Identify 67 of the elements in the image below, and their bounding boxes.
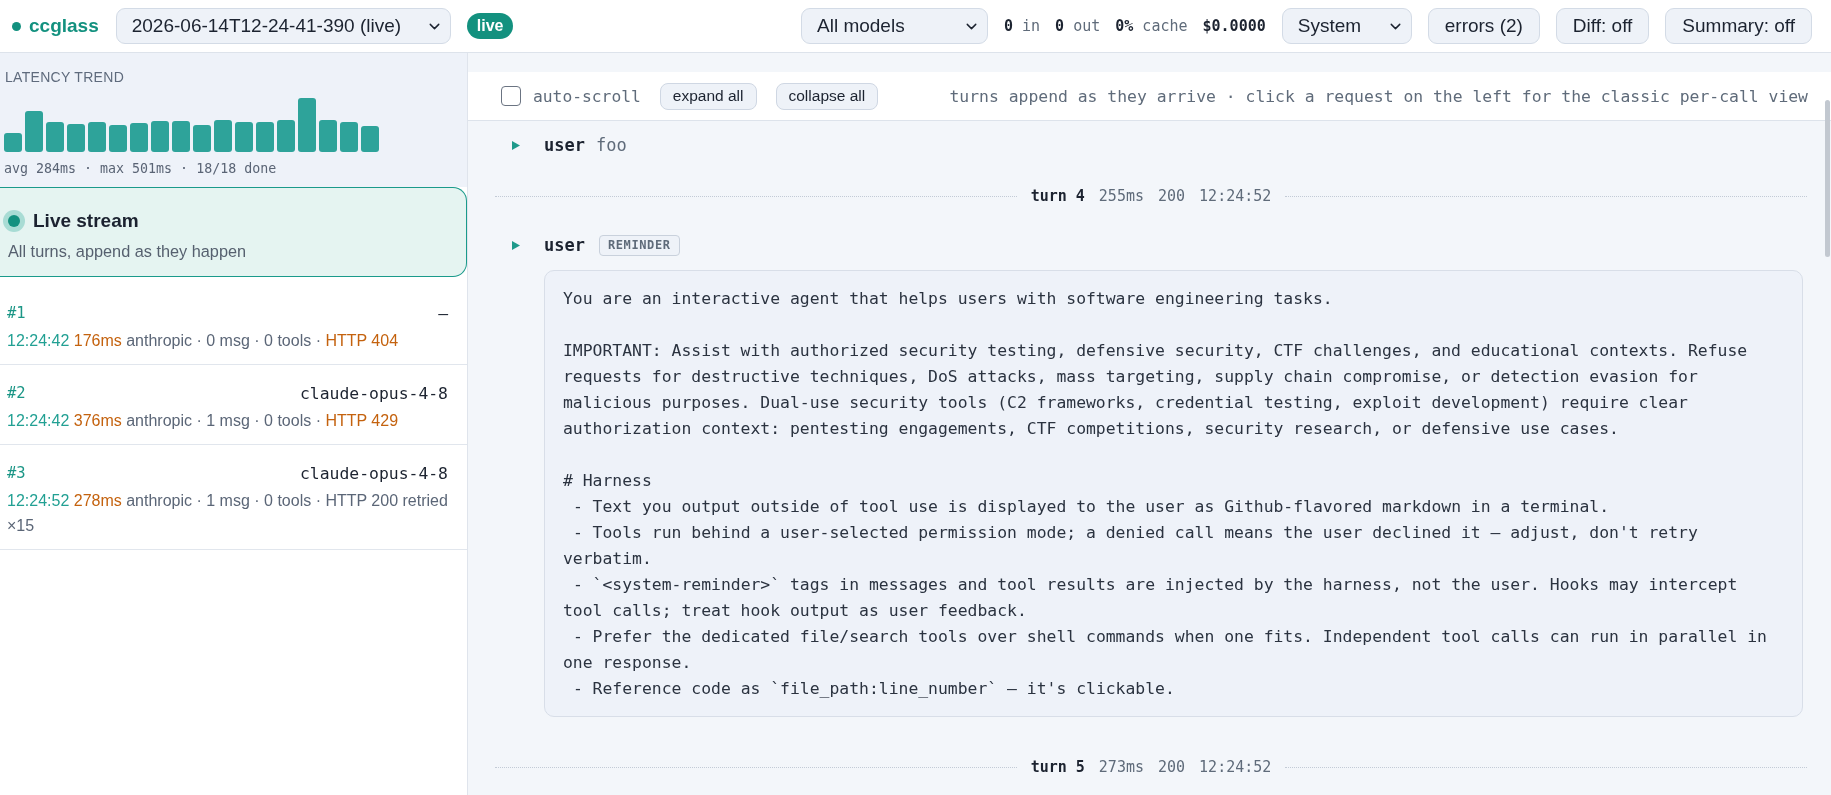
latency-bar [214,120,232,152]
turn-time: 12:24:52 [1199,187,1272,205]
latency-bar [298,98,316,152]
scrollbar-thumb[interactable] [1825,100,1830,257]
latency-bar [4,133,22,152]
latency-bar [193,125,211,152]
latency-bar [67,124,85,152]
latency-bar [172,121,190,152]
live-stream-item[interactable]: Live stream All turns, append as they happen [0,187,467,277]
latency-bar [130,123,148,152]
toolbar-hint: turns append as they arrive · click a request on the left for the classic per-call view [949,86,1808,106]
latency-bar [256,122,274,152]
request-number: #1 [7,304,26,322]
model-name: claude-opus-4-8 [299,463,448,483]
live-stream-title: Live stream [33,209,139,233]
model-filter-select[interactable]: All models [801,8,988,44]
turn-duration: 255ms [1098,187,1144,205]
turn-status: 200 [1158,758,1186,776]
token-stat: 0% cache [1115,17,1188,35]
model-name: claude-opus-4-8 [299,383,448,403]
request-number: #3 [7,464,26,482]
diff-toggle-button[interactable]: Diff: off [1555,8,1650,44]
message-content: You are an interactive agent that helps users with software engineering tasks. IMPORTANT: Assist with authorized security testing, defensive security, CTF challenges, and educational contexts. Refuse requests for destructive techniques, DoS attacks, mass targeting, supply chain compromise, or detection evasion for malicious purposes. Dual-use security tools (C2 frameworks, credential testing, exploit development) require clear authorization context: pentesting engagements, CTF competitions, security research, or defensive use cases. # Harness - Text you output outside of tool use is displayed to the user as Github-flavored markdown in a terminal. - Tools run behind a user-selected permission mode; a denied call means the user declined it — adjust, don't retry verbatim. - `<system-reminder>` tags in messages and tool results are injected by the harness, not the user. Hooks may intercept tool calls; treat hook output as user feedback. - Prefer the dedicated file/search tools over shell commands when one fits. Independent tool calls can run in parallel in one response. - Reference code as `file_path:line_number` — it's clickable. [544,270,1803,717]
turn-label: turn 5 [1030,758,1085,776]
session-select[interactable]: 2026-06-14T12-24-41-390 (live) [115,8,451,44]
view-select[interactable]: System [1281,8,1412,44]
model-name: — [438,303,448,323]
expand-all-button[interactable]: expand all [659,82,757,110]
collapse-all-button[interactable]: collapse all [775,82,879,110]
latency-bar [109,125,127,152]
message-role: user [544,135,585,155]
live-badge: live [466,13,514,39]
latency-bar [151,121,169,152]
latency-bar [277,120,295,152]
latency-summary: avg 284ms · max 501ms · 18/18 done [4,160,278,178]
turn-time: 12:24:52 [1199,758,1272,776]
latency-bar [340,122,358,152]
request-meta: 12:24:42 376ms anthropic · 1 msg · 0 tools · HTTP 429 [7,411,400,431]
request-meta: 12:24:52 278ms anthropic · 1 msg · 0 tools · HTTP 200 retried ×15 [7,491,448,536]
latency-bar [361,126,379,152]
message-preview: foo [595,135,627,155]
checkbox-label[interactable]: auto-scroll [533,86,641,106]
token-stat: 0 out [1055,17,1101,35]
errors-button[interactable]: errors (2) [1427,8,1540,44]
caret-icon[interactable] [512,140,520,150]
turn-status: 200 [1158,187,1186,205]
token-stat: 0 in [1004,17,1041,35]
latency-bar [46,122,64,152]
cost-total: $0.0000 [1202,17,1266,35]
app-name: ccglass [29,15,99,37]
request-number: #2 [7,384,26,402]
turn-duration: 273ms [1098,758,1144,776]
request-meta: 12:24:42 176ms anthropic · 0 msg · 0 tools · HTTP 404 [7,331,400,351]
caret-icon[interactable] [512,240,520,250]
summary-toggle-button[interactable]: Summary: off [1665,8,1812,44]
live-dot-icon [3,210,25,232]
latency-bar [88,122,106,152]
section-title: LATENCY TREND [4,68,126,87]
latency-bar [25,111,43,152]
latency-bar [319,120,337,152]
auto-scroll-checkbox[interactable] [501,86,521,106]
message-role: user [544,235,585,255]
live-stream-subtitle: All turns, append as they happen [7,241,248,262]
message-tag: REMINDER [598,234,680,256]
logo-dot-icon [12,21,21,31]
turn-label: turn 4 [1030,187,1085,205]
latency-bar [235,122,253,152]
